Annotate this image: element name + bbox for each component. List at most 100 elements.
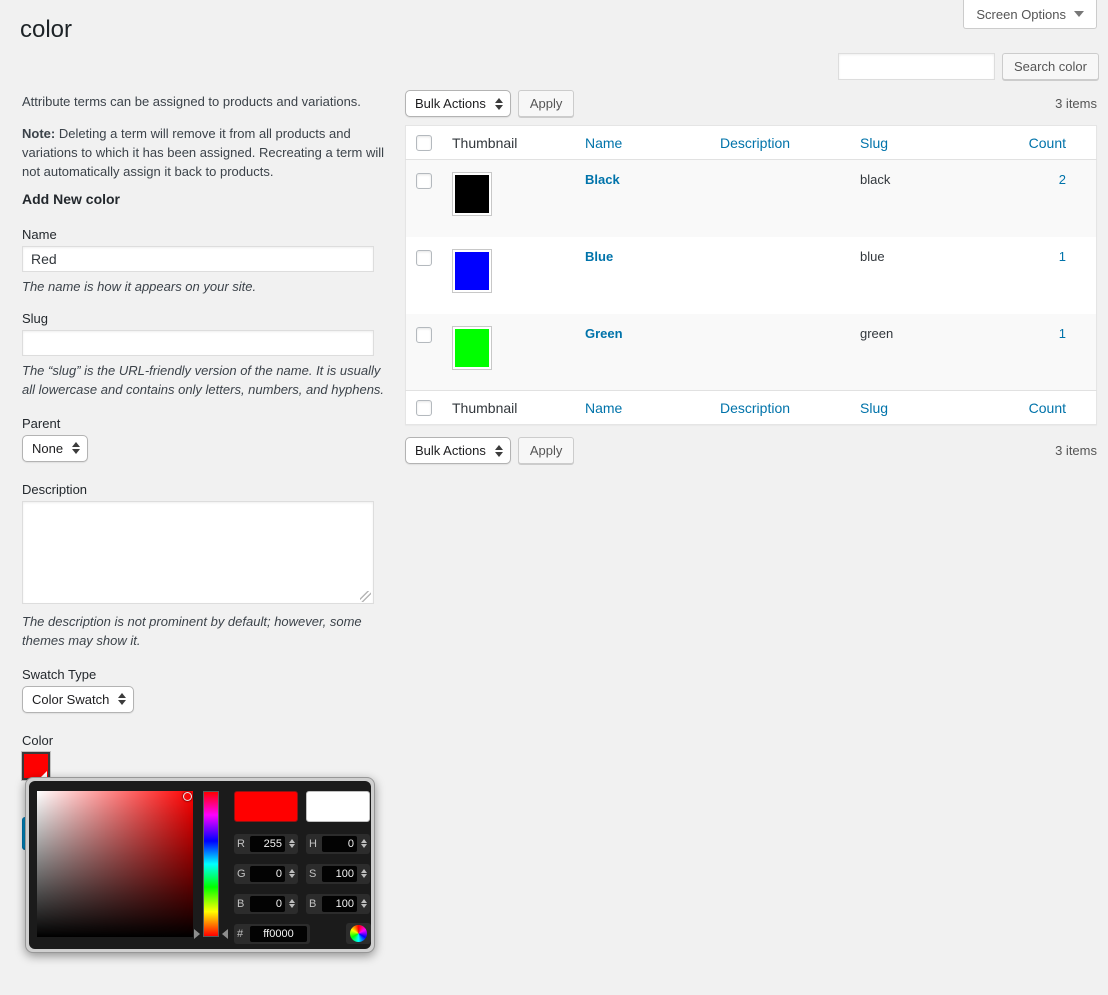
items-count: 3 items <box>1055 96 1097 111</box>
select-arrows-icon <box>72 442 80 454</box>
hue-spinner: H 0 <box>306 834 370 854</box>
search-input[interactable] <box>838 53 995 80</box>
slug-field[interactable] <box>22 330 374 356</box>
blue-spinner: B 0 <box>234 894 298 914</box>
resize-handle[interactable] <box>360 591 371 602</box>
color-wheel-button[interactable] <box>346 923 371 944</box>
parent-label: Parent <box>22 416 394 432</box>
red-spinner-label: R <box>237 838 246 850</box>
swatch-type-select-value: Color Swatch <box>32 692 109 707</box>
brightness-spinner-label: B <box>309 898 318 910</box>
swatch-type-label: Swatch Type <box>22 667 394 683</box>
footer-slug-sort[interactable]: Slug <box>860 400 888 416</box>
term-slug: black <box>860 172 890 187</box>
hue-slider-handle-left-icon[interactable] <box>194 929 200 939</box>
color-label: Color <box>22 733 394 749</box>
terms-table: Thumbnail Name Description Slug Count Bl… <box>405 125 1097 425</box>
saturation-spinner: S 100 <box>306 864 370 884</box>
term-count-link[interactable]: 2 <box>1059 172 1066 187</box>
slug-help: The “slug” is the URL-friendly version o… <box>22 362 394 400</box>
header-thumbnail: Thumbnail <box>442 126 575 160</box>
table-footer-row: Thumbnail Name Description Slug Count <box>406 391 1097 425</box>
term-slug: green <box>860 326 893 341</box>
stepper-icon[interactable] <box>361 869 367 878</box>
swatch-corner-icon <box>41 771 47 777</box>
blue-spinner-label: B <box>237 898 246 910</box>
stepper-icon[interactable] <box>289 869 295 878</box>
select-all-checkbox[interactable] <box>416 400 432 416</box>
term-name-link[interactable]: Green <box>585 326 623 341</box>
term-count-link[interactable]: 1 <box>1059 249 1066 264</box>
bottom-toolbar: Bulk Actions Apply 3 items <box>405 437 1097 464</box>
parent-select[interactable]: None <box>22 435 88 462</box>
previous-color-preview <box>306 791 370 822</box>
current-color-preview <box>234 791 298 822</box>
hex-value-input[interactable]: ff0000 <box>250 926 307 942</box>
row-checkbox[interactable] <box>416 173 432 189</box>
description-help: The description is not prominent by defa… <box>22 613 394 651</box>
page-title: color <box>20 16 72 45</box>
saturation-cursor[interactable] <box>183 792 192 801</box>
stepper-icon[interactable] <box>361 839 367 848</box>
apply-button[interactable]: Apply <box>518 90 575 117</box>
term-thumbnail-color <box>455 252 489 290</box>
green-spinner-value[interactable]: 0 <box>250 866 285 882</box>
color-picker-popup: R 255 G 0 B 0 H 0 <box>25 777 375 953</box>
search-box: Search color <box>838 53 1099 80</box>
green-spinner: G 0 <box>234 864 298 884</box>
stepper-icon[interactable] <box>361 899 367 908</box>
header-slug-sort[interactable]: Slug <box>860 135 888 151</box>
term-name-link[interactable]: Black <box>585 172 620 187</box>
note-label: Note: <box>22 126 55 141</box>
table-row: Green green 1 <box>406 314 1097 391</box>
blue-spinner-value[interactable]: 0 <box>250 896 285 912</box>
row-checkbox[interactable] <box>416 250 432 266</box>
description-field[interactable] <box>22 501 374 604</box>
hex-label: # <box>237 928 246 940</box>
term-thumbnail <box>452 249 492 293</box>
row-checkbox[interactable] <box>416 327 432 343</box>
header-description-sort[interactable]: Description <box>720 135 790 151</box>
table-row: Black black 2 <box>406 160 1097 237</box>
hue-slider-handle-right-icon[interactable] <box>222 929 228 939</box>
parent-select-value: None <box>32 441 63 456</box>
stepper-icon[interactable] <box>289 839 295 848</box>
saturation-spinner-value[interactable]: 100 <box>322 866 357 882</box>
hue-spinner-value[interactable]: 0 <box>322 836 357 852</box>
color-swatch-button[interactable] <box>22 752 50 780</box>
name-label: Name <box>22 227 394 243</box>
add-term-panel: Attribute terms can be assigned to produ… <box>22 93 394 969</box>
header-count-sort[interactable]: Count <box>1029 135 1066 151</box>
term-count-link[interactable]: 1 <box>1059 326 1066 341</box>
hue-slider[interactable] <box>203 791 219 937</box>
footer-name-sort[interactable]: Name <box>585 400 622 416</box>
term-name-link[interactable]: Blue <box>585 249 613 264</box>
items-count: 3 items <box>1055 443 1097 458</box>
slug-label: Slug <box>22 311 394 327</box>
color-field: Color R 255 G <box>22 733 394 969</box>
red-spinner: R 255 <box>234 834 298 854</box>
term-thumbnail <box>452 172 492 216</box>
brightness-spinner-value[interactable]: 100 <box>322 896 357 912</box>
stepper-icon[interactable] <box>289 899 295 908</box>
apply-button[interactable]: Apply <box>518 437 575 464</box>
term-thumbnail-color <box>455 329 489 367</box>
name-help: The name is how it appears on your site. <box>22 278 394 297</box>
name-field[interactable] <box>22 246 374 272</box>
footer-count-sort[interactable]: Count <box>1029 400 1066 416</box>
swatch-type-select[interactable]: Color Swatch <box>22 686 134 713</box>
screen-options-button[interactable]: Screen Options <box>963 0 1097 29</box>
bulk-actions-select[interactable]: Bulk Actions <box>405 90 511 117</box>
chevron-down-icon <box>1074 11 1084 17</box>
red-spinner-value[interactable]: 255 <box>250 836 285 852</box>
color-wheel-icon <box>350 925 367 942</box>
select-all-checkbox[interactable] <box>416 135 432 151</box>
bulk-actions-select[interactable]: Bulk Actions <box>405 437 511 464</box>
header-name-sort[interactable]: Name <box>585 135 622 151</box>
term-thumbnail-color <box>455 175 489 213</box>
footer-description-sort[interactable]: Description <box>720 400 790 416</box>
saturation-brightness-field[interactable] <box>37 791 193 937</box>
note-body: Deleting a term will remove it from all … <box>22 126 384 179</box>
term-thumbnail <box>452 326 492 370</box>
search-button[interactable]: Search color <box>1002 53 1099 80</box>
